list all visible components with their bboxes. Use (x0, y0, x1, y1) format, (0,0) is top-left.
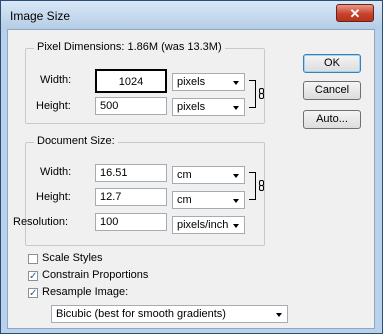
resample-image-checkbox[interactable]: ✓ (28, 288, 38, 299)
resample-image-label[interactable]: Resample Image: (42, 286, 128, 298)
doc-width-unit-select[interactable]: cm (172, 166, 245, 184)
pixel-width-label: Width: (40, 74, 72, 86)
scale-styles-checkbox[interactable] (28, 254, 38, 264)
pixel-width-unit-select[interactable]: pixels (172, 73, 245, 91)
pixel-link-bracket (249, 80, 256, 108)
pixel-height-input[interactable]: 500 (95, 97, 167, 115)
auto-button[interactable]: Auto... (303, 110, 361, 129)
doc-height-unit-value: cm (177, 194, 192, 206)
pixel-height-unit-select[interactable]: pixels (172, 98, 245, 116)
doc-width-label: Width: (40, 166, 72, 178)
chevron-down-icon (276, 313, 282, 317)
chevron-down-icon (233, 174, 239, 178)
chevron-down-icon (233, 199, 239, 203)
chain-link-icon (259, 180, 264, 191)
resample-method-select[interactable]: Bicubic (best for smooth gradients) (51, 305, 288, 323)
chevron-down-icon (233, 81, 239, 85)
scale-styles-label[interactable]: Scale Styles (42, 252, 103, 264)
dialog-title: Image Size (10, 9, 71, 23)
pixel-width-unit-value: pixels (177, 76, 206, 88)
ok-button[interactable]: OK (303, 54, 361, 73)
title-bar[interactable]: Image Size ✕ (1, 1, 382, 29)
cancel-button[interactable]: Cancel (303, 81, 361, 100)
pixel-height-label: Height: (36, 100, 71, 112)
chevron-down-icon (233, 106, 239, 110)
resolution-unit-value: pixels/inch (177, 219, 229, 231)
resolution-input[interactable]: 100 (95, 213, 167, 231)
doc-height-label: Height: (36, 191, 71, 203)
chain-link-icon (259, 88, 264, 99)
pixel-height-unit-value: pixels (177, 101, 206, 113)
document-link-bracket (249, 172, 256, 200)
image-size-dialog: Image Size ✕ Pixel Dimensions: 1.86M (wa… (0, 0, 383, 334)
constrain-proportions-checkbox[interactable]: ✓ (28, 271, 38, 282)
resolution-unit-select[interactable]: pixels/inch (172, 216, 245, 234)
doc-height-unit-select[interactable]: cm (172, 191, 245, 209)
resample-method-value: Bicubic (best for smooth gradients) (56, 308, 226, 320)
doc-width-input[interactable]: 16.51 (95, 164, 167, 182)
doc-width-unit-value: cm (177, 169, 192, 181)
resolution-label: Resolution: (13, 216, 69, 228)
document-size-legend: Document Size: (34, 135, 118, 147)
dialog-content: Pixel Dimensions: 1.86M (was 13.3M) Widt… (7, 29, 375, 329)
doc-height-input[interactable]: 12.7 (95, 188, 167, 206)
pixel-width-input[interactable]: 1024 (95, 69, 167, 93)
pixel-dimensions-legend: Pixel Dimensions: 1.86M (was 13.3M) (34, 41, 225, 53)
chevron-down-icon (233, 224, 239, 228)
constrain-proportions-label[interactable]: Constrain Proportions (42, 269, 148, 281)
close-button[interactable]: ✕ (336, 4, 374, 22)
